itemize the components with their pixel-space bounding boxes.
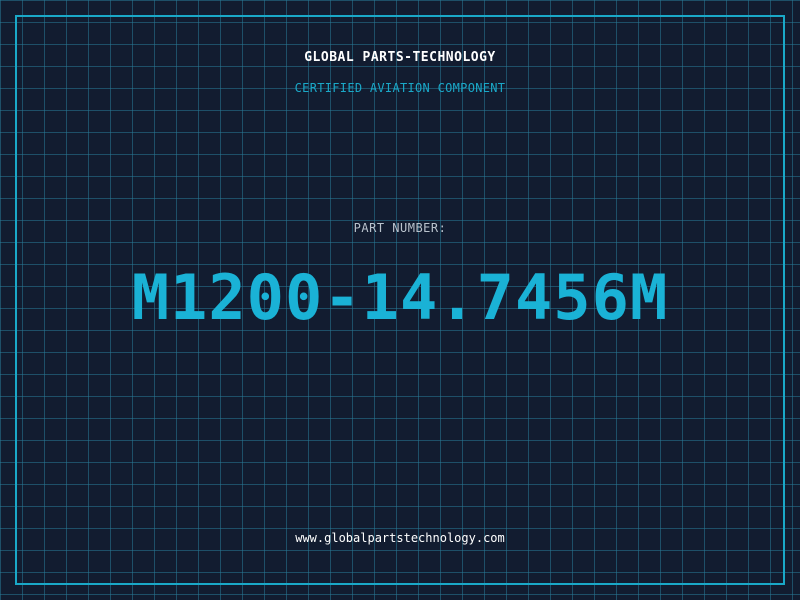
website-url: www.globalpartstechnology.com — [295, 531, 505, 545]
company-name: GLOBAL PARTS-TECHNOLOGY — [304, 50, 496, 65]
label-canvas: GLOBAL PARTS-TECHNOLOGY CERTIFIED AVIATI… — [0, 0, 800, 600]
part-number-label: PART NUMBER: — [353, 221, 447, 235]
certification-tagline: CERTIFIED AVIATION COMPONENT — [294, 81, 506, 95]
part-number-value: M1200-14.7456M — [131, 261, 669, 334]
